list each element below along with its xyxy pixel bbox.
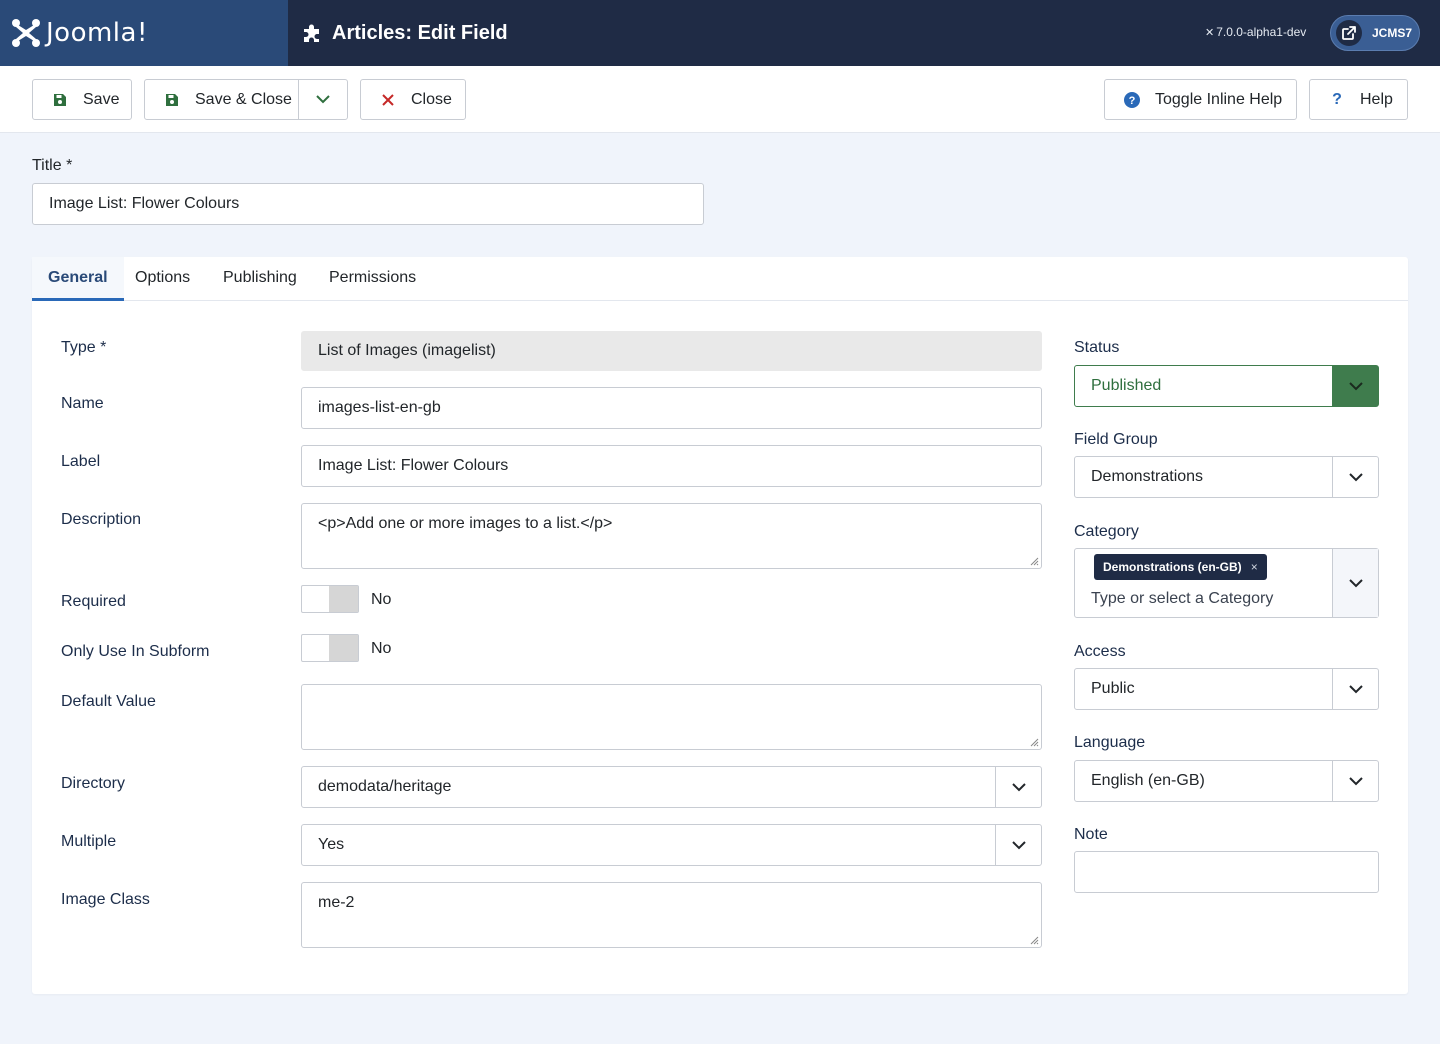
access-value: Public: [1091, 680, 1135, 697]
status-value: Published: [1091, 377, 1162, 394]
required-toggle[interactable]: [301, 585, 359, 613]
user-name: JCMS7: [1372, 26, 1413, 40]
type-label: Type *: [61, 339, 107, 356]
toggle-knob: [329, 635, 358, 661]
user-menu-button[interactable]: JCMS7: [1330, 15, 1420, 51]
svg-text:?: ?: [1129, 95, 1136, 107]
tab-options[interactable]: Options: [119, 257, 206, 301]
floppy-disk-icon: [163, 93, 181, 107]
access-label: Access: [1074, 643, 1126, 660]
category-label: Category: [1074, 523, 1139, 540]
resize-grip-icon[interactable]: [1029, 737, 1039, 747]
category-search-input[interactable]: Type or select a Category: [1091, 590, 1273, 608]
image-class-label: Image Class: [61, 891, 150, 908]
version-text: 7.0.0-alpha1-dev: [1216, 25, 1307, 39]
category-chip-label: Demonstrations (en-GB): [1103, 560, 1242, 574]
name-input[interactable]: images-list-en-gb: [301, 387, 1042, 429]
tab-publishing[interactable]: Publishing: [207, 257, 313, 301]
multiple-label: Multiple: [61, 833, 117, 850]
title-label: Title *: [32, 157, 73, 174]
language-label: Language: [1074, 734, 1146, 751]
remove-chip-icon[interactable]: ×: [1251, 560, 1258, 574]
directory-label: Directory: [61, 775, 126, 792]
category-select[interactable]: Demonstrations (en-GB) × Type or select …: [1074, 548, 1379, 618]
resize-grip-icon[interactable]: [1029, 556, 1039, 566]
question-icon: ?: [1332, 90, 1342, 108]
multiple-select[interactable]: Yes: [301, 824, 1042, 866]
save-close-button[interactable]: Save & Close: [144, 79, 299, 120]
image-class-textarea[interactable]: me-2: [301, 882, 1042, 948]
type-field: List of Images (imagelist): [301, 331, 1042, 371]
chevron-down-icon: [1332, 549, 1378, 617]
status-select[interactable]: Published: [1074, 365, 1379, 407]
required-value: No: [371, 591, 392, 608]
label-label: Label: [61, 453, 101, 470]
field-group-label: Field Group: [1074, 431, 1158, 448]
toggle-inline-help-label: Toggle Inline Help: [1155, 90, 1283, 108]
status-label: Status: [1074, 339, 1120, 356]
category-chip: Demonstrations (en-GB) ×: [1094, 554, 1267, 580]
toggle-inline-help-button[interactable]: ? Toggle Inline Help: [1104, 79, 1297, 120]
label-input[interactable]: Image List: Flower Colours: [301, 445, 1042, 487]
joomla-small-icon: ✕: [1205, 26, 1215, 39]
save-close-label: Save & Close: [195, 90, 292, 108]
save-button[interactable]: Save: [32, 79, 132, 120]
language-select[interactable]: English (en-GB): [1074, 760, 1379, 802]
close-button[interactable]: Close: [360, 79, 466, 120]
joomla-logo-icon: [12, 19, 40, 47]
title-input[interactable]: Image List: Flower Colours: [32, 183, 704, 225]
chevron-down-icon: [995, 767, 1041, 807]
required-label: Required: [61, 593, 126, 610]
logo[interactable]: Joomla!: [0, 0, 288, 66]
description-label: Description: [61, 511, 142, 528]
directory-value: demodata/heritage: [318, 778, 452, 795]
version-label: ✕ 7.0.0-alpha1-dev: [1205, 25, 1306, 39]
toolbar: Save Save & Close Close ? Toggle Inline …: [0, 66, 1440, 133]
multiple-value: Yes: [318, 836, 345, 853]
only-subform-value: No: [371, 640, 392, 657]
help-button-label: Help: [1360, 90, 1393, 108]
name-label: Name: [61, 395, 104, 412]
field-group-select[interactable]: Demonstrations: [1074, 456, 1379, 498]
puzzle-icon: [304, 24, 319, 42]
note-input[interactable]: [1074, 851, 1379, 893]
description-text: <p>Add one or more images to a list.</p>: [318, 515, 613, 532]
note-label: Note: [1074, 826, 1108, 843]
directory-select[interactable]: demodata/heritage: [301, 766, 1042, 808]
external-link-icon: [1336, 20, 1362, 46]
app-header: Joomla! Articles: Edit Field ✕ 7.0.0-alp…: [0, 0, 1440, 66]
only-subform-toggle[interactable]: [301, 634, 359, 662]
logo-text: Joomla!: [46, 18, 148, 48]
chevron-down-icon: [1332, 669, 1378, 709]
close-button-label: Close: [411, 90, 452, 108]
image-class-text: me-2: [318, 894, 355, 911]
default-value-label: Default Value: [61, 693, 156, 710]
chevron-down-icon: [1332, 457, 1378, 497]
tab-bar: General Options Publishing Permissions: [32, 257, 1408, 301]
close-icon: [379, 93, 397, 106]
chevron-down-icon: [1332, 366, 1378, 406]
toggle-knob: [329, 586, 358, 612]
floppy-disk-icon: [51, 93, 69, 107]
chevron-down-icon: [1332, 761, 1378, 801]
only-subform-label: Only Use In Subform: [61, 643, 210, 660]
access-select[interactable]: Public: [1074, 668, 1379, 710]
chevron-down-icon: [316, 95, 330, 104]
tab-general[interactable]: General: [32, 257, 124, 301]
default-value-textarea[interactable]: [301, 684, 1042, 750]
question-circle-icon: ?: [1123, 91, 1141, 108]
tab-permissions[interactable]: Permissions: [313, 257, 432, 301]
field-group-value: Demonstrations: [1091, 468, 1204, 485]
language-value: English (en-GB): [1091, 772, 1205, 789]
save-button-label: Save: [83, 90, 120, 108]
help-button[interactable]: ? Help: [1309, 79, 1408, 120]
chevron-down-icon: [995, 825, 1041, 865]
page-title: Articles: Edit Field: [332, 21, 508, 44]
resize-grip-icon[interactable]: [1029, 935, 1039, 945]
description-textarea[interactable]: <p>Add one or more images to a list.</p>: [301, 503, 1042, 569]
save-options-dropdown[interactable]: [298, 79, 348, 120]
